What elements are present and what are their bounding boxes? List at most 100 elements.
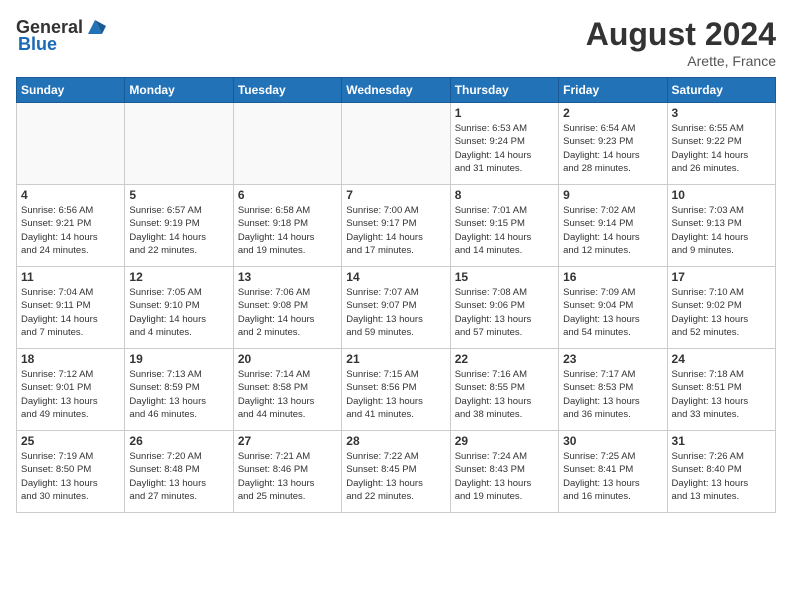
calendar-cell: 19Sunrise: 7:13 AM Sunset: 8:59 PM Dayli… [125,349,233,431]
calendar-week-row: 25Sunrise: 7:19 AM Sunset: 8:50 PM Dayli… [17,431,776,513]
weekday-header-monday: Monday [125,78,233,103]
day-info: Sunrise: 7:20 AM Sunset: 8:48 PM Dayligh… [129,450,228,503]
day-number: 3 [672,106,771,120]
day-info: Sunrise: 7:06 AM Sunset: 9:08 PM Dayligh… [238,286,337,339]
weekday-header-wednesday: Wednesday [342,78,450,103]
day-info: Sunrise: 7:15 AM Sunset: 8:56 PM Dayligh… [346,368,445,421]
day-number: 14 [346,270,445,284]
calendar-cell: 8 Sunrise: 7:01 AM Sunset: 9:15 PM Daylig… [450,185,558,267]
day-number: 23 [563,352,662,366]
calendar-cell: 28 Sunrise: 7:22 AM Sunset: 8:45 PM Dayli… [342,431,450,513]
title-area: August 2024 Arette, France [586,16,776,69]
day-number: 9 [563,188,662,202]
day-number: 20 [238,352,337,366]
day-info: Sunrise: 7:04 AM Sunset: 9:11 PM Dayligh… [21,286,120,339]
page-header: General Blue August 2024 Arette, France [16,16,776,69]
calendar-cell: 2 Sunrise: 6:54 AM Sunset: 9:23 PM Daylig… [559,103,667,185]
day-number: 25 [21,434,120,448]
calendar-cell: 27 Sunrise: 7:21 AM Sunset: 8:46 PM Dayli… [233,431,341,513]
day-info: Sunrise: 7:25 AM Sunset: 8:41 PM Dayligh… [563,450,662,503]
calendar-cell: 7 Sunrise: 7:00 AM Sunset: 9:17 PM Daylig… [342,185,450,267]
day-number: 19 [129,352,228,366]
day-number: 7 [346,188,445,202]
calendar-cell: 14 Sunrise: 7:07 AM Sunset: 9:07 PM Dayli… [342,267,450,349]
calendar-cell [233,103,341,185]
day-info: Sunrise: 6:58 AM Sunset: 9:18 PM Dayligh… [238,204,337,257]
day-info: Sunrise: 7:08 AM Sunset: 9:06 PM Dayligh… [455,286,554,339]
day-number: 11 [21,270,120,284]
day-info: Sunrise: 7:03 AM Sunset: 9:13 PM Dayligh… [672,204,771,257]
day-info: Sunrise: 7:09 AM Sunset: 9:04 PM Dayligh… [563,286,662,339]
calendar-table: SundayMondayTuesdayWednesdayThursdayFrid… [16,77,776,513]
calendar-cell: 24Sunrise: 7:18 AM Sunset: 8:51 PM Dayli… [667,349,775,431]
day-info: Sunrise: 7:22 AM Sunset: 8:45 PM Dayligh… [346,450,445,503]
day-info: Sunrise: 7:21 AM Sunset: 8:46 PM Dayligh… [238,450,337,503]
day-number: 18 [21,352,120,366]
calendar-cell: 25Sunrise: 7:19 AM Sunset: 8:50 PM Dayli… [17,431,125,513]
calendar-cell: 31 Sunrise: 7:26 AM Sunset: 8:40 PM Dayli… [667,431,775,513]
month-year-title: August 2024 [586,16,776,53]
day-number: 22 [455,352,554,366]
day-number: 27 [238,434,337,448]
day-number: 30 [563,434,662,448]
weekday-header-thursday: Thursday [450,78,558,103]
day-info: Sunrise: 7:26 AM Sunset: 8:40 PM Dayligh… [672,450,771,503]
calendar-cell: 10Sunrise: 7:03 AM Sunset: 9:13 PM Dayli… [667,185,775,267]
calendar-cell: 21 Sunrise: 7:15 AM Sunset: 8:56 PM Dayli… [342,349,450,431]
logo-blue: Blue [18,34,57,55]
day-number: 16 [563,270,662,284]
calendar-cell: 22 Sunrise: 7:16 AM Sunset: 8:55 PM Dayli… [450,349,558,431]
day-number: 15 [455,270,554,284]
calendar-cell [125,103,233,185]
day-info: Sunrise: 7:00 AM Sunset: 9:17 PM Dayligh… [346,204,445,257]
day-info: Sunrise: 7:16 AM Sunset: 8:55 PM Dayligh… [455,368,554,421]
calendar-week-row: 4 Sunrise: 6:56 AM Sunset: 9:21 PM Daylig… [17,185,776,267]
weekday-header-tuesday: Tuesday [233,78,341,103]
day-number: 4 [21,188,120,202]
day-info: Sunrise: 6:56 AM Sunset: 9:21 PM Dayligh… [21,204,120,257]
day-number: 6 [238,188,337,202]
day-info: Sunrise: 6:57 AM Sunset: 9:19 PM Dayligh… [129,204,228,257]
day-number: 29 [455,434,554,448]
day-info: Sunrise: 6:55 AM Sunset: 9:22 PM Dayligh… [672,122,771,175]
day-number: 28 [346,434,445,448]
calendar-cell: 4 Sunrise: 6:56 AM Sunset: 9:21 PM Daylig… [17,185,125,267]
weekday-header-row: SundayMondayTuesdayWednesdayThursdayFrid… [17,78,776,103]
day-info: Sunrise: 6:54 AM Sunset: 9:23 PM Dayligh… [563,122,662,175]
day-info: Sunrise: 7:10 AM Sunset: 9:02 PM Dayligh… [672,286,771,339]
calendar-week-row: 1 Sunrise: 6:53 AM Sunset: 9:24 PM Daylig… [17,103,776,185]
day-number: 31 [672,434,771,448]
weekday-header-friday: Friday [559,78,667,103]
weekday-header-saturday: Saturday [667,78,775,103]
day-number: 24 [672,352,771,366]
day-number: 21 [346,352,445,366]
calendar-cell: 23 Sunrise: 7:17 AM Sunset: 8:53 PM Dayli… [559,349,667,431]
day-number: 12 [129,270,228,284]
day-info: Sunrise: 7:05 AM Sunset: 9:10 PM Dayligh… [129,286,228,339]
location-subtitle: Arette, France [586,53,776,69]
calendar-cell: 30 Sunrise: 7:25 AM Sunset: 8:41 PM Dayli… [559,431,667,513]
calendar-cell: 3 Sunrise: 6:55 AM Sunset: 9:22 PM Daylig… [667,103,775,185]
calendar-week-row: 18 Sunrise: 7:12 AM Sunset: 9:01 PM Dayli… [17,349,776,431]
calendar-cell: 9 Sunrise: 7:02 AM Sunset: 9:14 PM Daylig… [559,185,667,267]
day-number: 8 [455,188,554,202]
day-info: Sunrise: 7:02 AM Sunset: 9:14 PM Dayligh… [563,204,662,257]
weekday-header-sunday: Sunday [17,78,125,103]
calendar-cell: 15 Sunrise: 7:08 AM Sunset: 9:06 PM Dayli… [450,267,558,349]
day-info: Sunrise: 6:53 AM Sunset: 9:24 PM Dayligh… [455,122,554,175]
day-number: 2 [563,106,662,120]
calendar-cell: 17 Sunrise: 7:10 AM Sunset: 9:02 PM Dayli… [667,267,775,349]
day-info: Sunrise: 7:01 AM Sunset: 9:15 PM Dayligh… [455,204,554,257]
calendar-cell: 12 Sunrise: 7:05 AM Sunset: 9:10 PM Dayli… [125,267,233,349]
day-number: 1 [455,106,554,120]
day-info: Sunrise: 7:17 AM Sunset: 8:53 PM Dayligh… [563,368,662,421]
day-info: Sunrise: 7:07 AM Sunset: 9:07 PM Dayligh… [346,286,445,339]
calendar-cell: 5 Sunrise: 6:57 AM Sunset: 9:19 PM Daylig… [125,185,233,267]
day-info: Sunrise: 7:14 AM Sunset: 8:58 PM Dayligh… [238,368,337,421]
calendar-week-row: 11 Sunrise: 7:04 AM Sunset: 9:11 PM Dayli… [17,267,776,349]
day-info: Sunrise: 7:12 AM Sunset: 9:01 PM Dayligh… [21,368,120,421]
calendar-cell: 1 Sunrise: 6:53 AM Sunset: 9:24 PM Daylig… [450,103,558,185]
day-number: 17 [672,270,771,284]
day-number: 5 [129,188,228,202]
calendar-cell: 13Sunrise: 7:06 AM Sunset: 9:08 PM Dayli… [233,267,341,349]
